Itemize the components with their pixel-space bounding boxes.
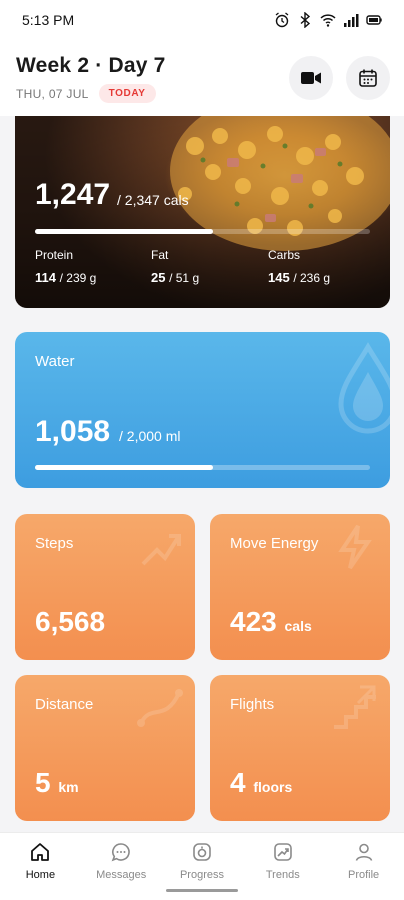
move-energy-tile[interactable]: Move Energy 423 cals (210, 514, 390, 660)
steps-tile[interactable]: Steps 6,568 (15, 514, 195, 660)
flights-tile[interactable]: Flights 4 floors (210, 675, 390, 821)
nav-profile[interactable]: Profile (323, 833, 404, 900)
water-goal: / 2,000 ml (119, 428, 181, 444)
water-progress-bar (35, 465, 370, 470)
calories-progress-bar (35, 229, 370, 234)
progress-icon (193, 843, 211, 861)
nav-label: Trends (265, 869, 300, 881)
water-label: Water (35, 353, 75, 370)
nav-label: Progress (179, 869, 224, 881)
nav-label: Profile (347, 869, 380, 881)
nav-trends[interactable]: Trends (242, 833, 323, 900)
calendar-icon (359, 69, 377, 87)
macro-label: Carbs (268, 248, 301, 262)
status-bar: 5:13 PM (0, 0, 404, 40)
today-badge[interactable]: TODAY (98, 84, 156, 103)
nav-messages[interactable]: Messages (81, 833, 162, 900)
date-label: THU, 07 JUL (16, 86, 89, 101)
wifi-icon (320, 14, 336, 27)
calories-card[interactable]: 1,247 / 2,347 cals Protein 114 / 239 g F… (15, 116, 390, 308)
date-row: THU, 07 JUL TODAY (16, 84, 156, 103)
calendar-button[interactable] (346, 56, 390, 100)
calories-content: 1,247 / 2,347 cals Protein 114 / 239 g F… (15, 116, 390, 308)
video-icon (301, 72, 321, 84)
energy-icon (338, 524, 372, 570)
trends-icon (273, 843, 292, 861)
alarm-icon (275, 12, 289, 28)
nav-label: Home (25, 869, 56, 881)
water-value: 1,058 (35, 415, 111, 448)
macro-fat: Fat 25 / 51 g (151, 248, 199, 285)
macro-protein: Protein 114 / 239 g (35, 248, 96, 285)
tile-label: Move Energy (230, 535, 319, 552)
tile-value: 5 km (35, 767, 79, 798)
calories-goal: / 2,347 cals (117, 192, 189, 208)
tile-label: Flights (230, 696, 275, 713)
video-button[interactable] (289, 56, 333, 100)
status-icons (274, 12, 382, 28)
bluetooth-icon (300, 12, 311, 28)
macro-label: Fat (151, 248, 169, 262)
tile-label: Distance (35, 696, 94, 713)
steps-icon (141, 534, 181, 566)
stairs-icon (334, 685, 376, 729)
messages-icon (111, 843, 130, 862)
water-card[interactable]: Water 1,058 / 2,000 ml (15, 332, 390, 488)
home-icon (31, 843, 50, 861)
tile-label: Steps (35, 535, 74, 552)
profile-icon (355, 843, 372, 861)
water-progress-fill (35, 465, 213, 470)
nav-label: Messages (96, 869, 147, 881)
macro-value: 114 / 239 g (35, 270, 97, 285)
distance-tile[interactable]: Distance 5 km (15, 675, 195, 821)
water-drop-icon (338, 342, 390, 434)
home-indicator (166, 889, 238, 892)
calories-progress-fill (35, 229, 213, 234)
signal-icon (344, 14, 359, 27)
macro-value: 25 / 51 g (151, 270, 200, 285)
tile-value: 4 floors (230, 767, 293, 798)
tile-value: 6,568 (35, 606, 106, 637)
battery-icon (366, 15, 382, 25)
tile-value: 423 cals (230, 606, 312, 637)
macro-label: Protein (35, 248, 74, 262)
macro-value: 145 / 236 g (268, 270, 331, 285)
calories-value: 1,247 (35, 178, 111, 211)
page-title: Week 2 · Day 7 (16, 54, 166, 77)
status-time: 5:13 PM (22, 12, 75, 28)
macro-carbs: Carbs 145 / 236 g (268, 248, 330, 285)
distance-icon (137, 689, 183, 727)
header: Week 2 · Day 7 THU, 07 JUL TODAY (0, 40, 404, 116)
nav-home[interactable]: Home (0, 833, 81, 900)
